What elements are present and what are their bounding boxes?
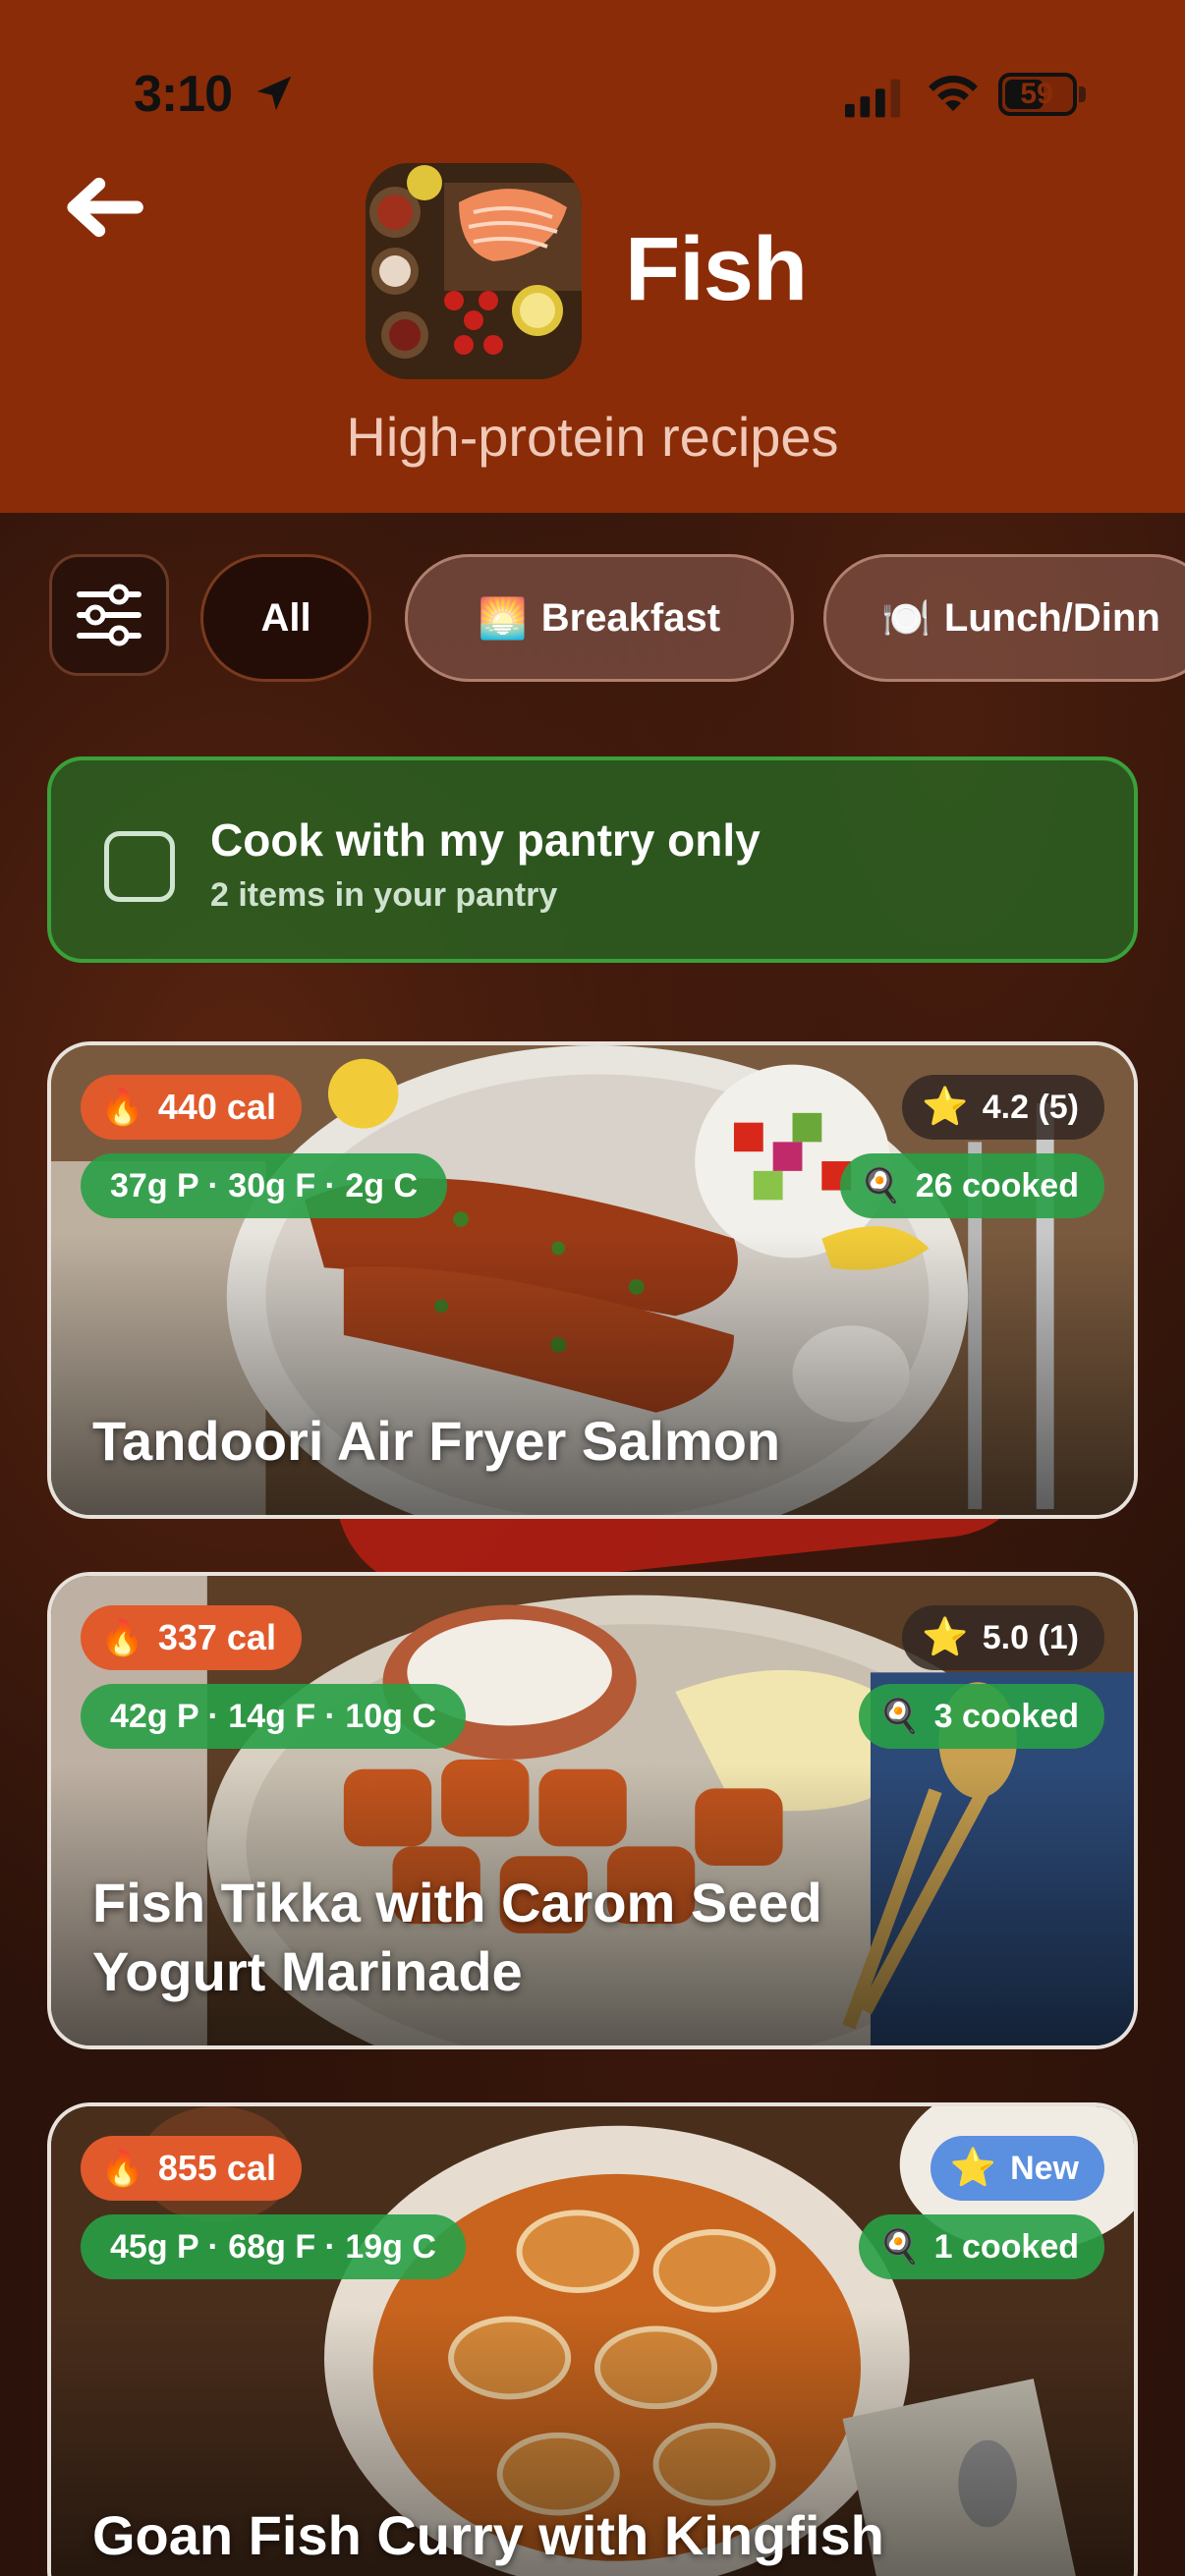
category-image xyxy=(366,163,582,379)
battery-cap xyxy=(1079,86,1086,102)
recipe-title: Fish Tikka with Carom Seed Yogurt Marina… xyxy=(92,1872,822,2002)
cooked-count: 3 cooked xyxy=(933,1697,1079,1735)
flame-icon: 🔥 xyxy=(100,2148,144,2188)
cooked-count: 1 cooked xyxy=(933,2227,1079,2266)
filter-settings-button[interactable] xyxy=(49,554,169,676)
pantry-only-toggle[interactable]: Cook with my pantry only 2 items in your… xyxy=(47,756,1138,963)
calorie-badge: 🔥 337 cal xyxy=(81,1605,302,1670)
star-icon: ⭐ xyxy=(949,2148,997,2189)
flame-icon: 🔥 xyxy=(100,1087,144,1127)
sliders-icon xyxy=(77,584,141,646)
chip-all[interactable]: All xyxy=(200,554,371,682)
back-arrow-icon[interactable] xyxy=(61,173,145,242)
chip-lunch-dinner[interactable]: 🍽️ Lunch/Dinn xyxy=(823,554,1185,682)
recipe-title: Goan Fish Curry with Kingfish xyxy=(92,2504,884,2566)
calorie-value: 337 cal xyxy=(157,1617,276,1657)
macros-badge: 45g P · 68g F · 19g C xyxy=(81,2214,466,2279)
rating-value: 5.0 (1) xyxy=(982,1618,1079,1656)
plate-icon: 🍽️ xyxy=(881,596,931,641)
pantry-title: Cook with my pantry only xyxy=(210,814,761,866)
rating-badge: ⭐ 5.0 (1) xyxy=(902,1605,1104,1670)
rating-value: 4.2 (5) xyxy=(982,1088,1079,1126)
battery-icon: 59 xyxy=(998,73,1077,116)
chip-label: Lunch/Dinn xyxy=(943,595,1160,640)
battery-level: 59 xyxy=(1020,78,1053,110)
recipe-card[interactable]: 🔥 440 cal 37g P · 30g F · 2g C ⭐ 4.2 (5)… xyxy=(47,1041,1138,1519)
rating-value: New xyxy=(1010,2149,1079,2187)
calorie-value: 440 cal xyxy=(157,1087,276,1127)
star-icon: ⭐ xyxy=(922,1087,969,1128)
new-badge: ⭐ New xyxy=(930,2136,1104,2201)
cooked-badge: 🍳 26 cooked xyxy=(840,1153,1104,1218)
status-bar: 3:10 59 xyxy=(0,0,1185,167)
calorie-badge: 🔥 440 cal xyxy=(81,1075,302,1140)
chip-label: All xyxy=(260,595,311,640)
calorie-badge: 🔥 855 cal xyxy=(81,2136,302,2201)
frying-pan-icon: 🍳 xyxy=(860,1167,902,1204)
cellular-signal-icon xyxy=(845,79,901,118)
chip-breakfast[interactable]: 🌅 Breakfast xyxy=(405,554,794,682)
cooked-count: 26 cooked xyxy=(915,1166,1079,1204)
flame-icon: 🔥 xyxy=(100,1617,144,1657)
location-arrow-icon xyxy=(256,76,292,111)
cooked-badge: 🍳 3 cooked xyxy=(859,1684,1104,1749)
macros-badge: 42g P · 14g F · 10g C xyxy=(81,1684,466,1749)
sunrise-icon: 🌅 xyxy=(478,596,528,641)
frying-pan-icon: 🍳 xyxy=(878,2228,921,2266)
macros-badge: 37g P · 30g F · 2g C xyxy=(81,1153,448,1218)
calorie-value: 855 cal xyxy=(157,2148,276,2188)
cooked-badge: 🍳 1 cooked xyxy=(859,2214,1104,2279)
recipe-card[interactable]: 🔥 855 cal 45g P · 68g F · 19g C ⭐ New 🍳 … xyxy=(47,2102,1138,2576)
rating-badge: ⭐ 4.2 (5) xyxy=(902,1075,1104,1140)
wifi-icon xyxy=(929,76,978,111)
header: 3:10 59 Fish High-protein recipes xyxy=(0,0,1185,513)
chip-label: Breakfast xyxy=(540,595,721,640)
page-subtitle: High-protein recipes xyxy=(346,406,839,468)
pantry-checkbox[interactable] xyxy=(104,831,175,902)
frying-pan-icon: 🍳 xyxy=(878,1698,921,1735)
status-time: 3:10 xyxy=(134,66,233,123)
page-title: Fish xyxy=(625,219,808,319)
pantry-subtitle: 2 items in your pantry xyxy=(210,876,558,914)
recipe-card[interactable]: 🔥 337 cal 42g P · 14g F · 10g C ⭐ 5.0 (1… xyxy=(47,1572,1138,2049)
star-icon: ⭐ xyxy=(922,1617,969,1658)
recipe-title: Tandoori Air Fryer Salmon xyxy=(92,1410,781,1472)
